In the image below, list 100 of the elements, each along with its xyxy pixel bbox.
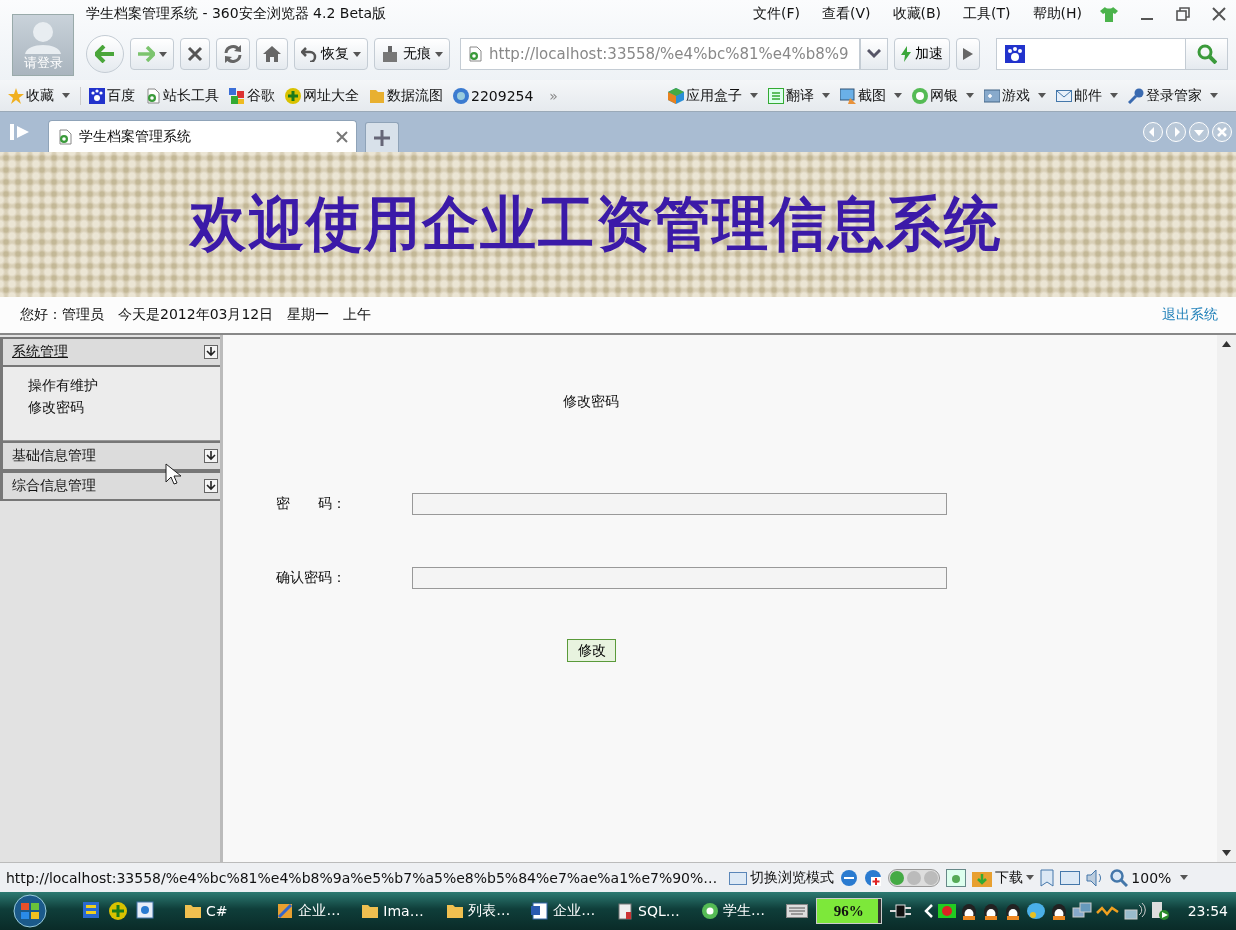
bookmark-link[interactable]: 站长工具 <box>145 86 219 105</box>
start-button[interactable] <box>10 894 50 928</box>
toolbar-menu[interactable]: 截图 <box>840 86 902 105</box>
menu-item[interactable]: 文件(F) <box>753 5 800 23</box>
toolbar-menu[interactable]: 游戏 <box>984 86 1046 105</box>
close-icon[interactable] <box>336 130 348 143</box>
toolbar-menu[interactable]: 翻译 <box>768 86 830 105</box>
wireless-icon[interactable] <box>1123 902 1146 920</box>
bookmark-link[interactable]: 数据流图 <box>369 86 443 105</box>
paw-icon <box>89 87 105 104</box>
list-icon[interactable] <box>82 901 100 919</box>
zoom-icon <box>1110 868 1129 887</box>
toolbar-menu[interactable]: 网银 <box>912 86 974 105</box>
medical-icon[interactable] <box>864 868 883 887</box>
restore-icon[interactable] <box>1176 7 1190 21</box>
menu-item[interactable]: 收藏(B) <box>892 5 942 23</box>
menu-item[interactable]: 工具(T) <box>963 5 1011 23</box>
keyboard-icon[interactable] <box>785 904 808 918</box>
submit-button[interactable]: 修改 <box>567 639 616 662</box>
toolbar-menu[interactable]: 应用盒子 <box>668 86 758 105</box>
penguin-icon[interactable] <box>959 901 978 921</box>
favorites-button[interactable]: 收藏 <box>8 86 70 105</box>
sidebar-toggle-icon[interactable] <box>10 124 30 140</box>
search-field[interactable] <box>996 38 1228 70</box>
back-button[interactable] <box>86 35 124 73</box>
bookmark-icon[interactable] <box>1040 868 1055 887</box>
sidebar-section-header[interactable]: 基础信息管理 <box>3 441 220 471</box>
translate-icon <box>768 87 784 104</box>
bookmark-link[interactable]: 百度 <box>89 86 135 105</box>
browse-mode-button[interactable]: 切换浏览模式 <box>729 868 835 887</box>
window-icon[interactable] <box>946 868 967 887</box>
bookmark-link[interactable]: 网址大全 <box>285 86 359 105</box>
taskbar-button[interactable]: C# <box>184 902 269 920</box>
caret-icon <box>1110 93 1118 98</box>
close-icon <box>187 46 203 62</box>
accelerate-button[interactable]: 加速 <box>894 38 950 70</box>
browser-icon[interactable] <box>136 901 154 919</box>
zoom-button[interactable]: 100% <box>1110 868 1189 887</box>
chevron-left-icon[interactable] <box>923 904 934 918</box>
search-button[interactable] <box>1185 39 1227 69</box>
media-icon[interactable] <box>1149 901 1170 921</box>
taskbar-button[interactable]: 学生… <box>700 902 778 920</box>
taskbar-button[interactable]: 企业… <box>531 902 609 920</box>
password-field[interactable] <box>412 493 947 515</box>
computers-icon[interactable] <box>1071 902 1092 920</box>
menu-item[interactable]: 帮助(H) <box>1032 5 1082 23</box>
browser-tab[interactable]: 学生档案管理系统 <box>48 120 357 152</box>
taskbar-button[interactable]: 列表… <box>446 902 524 920</box>
browser-icon <box>700 902 719 920</box>
logout-link[interactable]: 退出系统 <box>1162 306 1218 324</box>
new-tab-button[interactable] <box>365 122 399 152</box>
restore-button[interactable]: 恢复 <box>294 38 368 70</box>
bookmark-link[interactable]: 2209254 <box>453 87 534 104</box>
lightning-icon <box>901 46 911 62</box>
arrow-down-icon[interactable] <box>204 345 218 359</box>
sidebar-item[interactable]: 修改密码 <box>28 399 220 417</box>
play-button[interactable] <box>956 38 980 70</box>
home-button[interactable] <box>256 38 288 70</box>
shirt-icon[interactable] <box>1100 6 1118 22</box>
scroll-down-icon[interactable] <box>1222 850 1231 856</box>
menu-item[interactable]: 查看(V) <box>822 5 871 23</box>
arrow-down-icon[interactable] <box>204 449 218 463</box>
penguin-icon[interactable] <box>1049 901 1068 921</box>
toolbar-menu[interactable]: 邮件 <box>1056 86 1118 105</box>
bird-icon[interactable] <box>1025 902 1046 920</box>
screenshot-icon <box>840 87 856 104</box>
arrow-left-icon <box>95 45 115 63</box>
caret-icon <box>1026 875 1035 880</box>
wave-icon[interactable] <box>1095 905 1120 917</box>
penguin-icon[interactable] <box>981 901 1000 921</box>
sidebar-item[interactable]: 操作有维护 <box>28 377 220 395</box>
incognito-button[interactable]: 无痕 <box>374 38 450 70</box>
person-icon <box>23 20 63 54</box>
sidebar-section-header[interactable]: 综合信息管理 <box>3 471 220 501</box>
taskbar-button[interactable]: SQL… <box>616 902 693 920</box>
taskbar-button[interactable]: Ima… <box>361 902 439 920</box>
browser-icon[interactable] <box>840 868 859 887</box>
password-field[interactable] <box>412 567 947 589</box>
download-button[interactable]: 下载 <box>972 868 1035 887</box>
monitor-icon[interactable] <box>1060 868 1081 887</box>
cube-icon <box>668 87 684 104</box>
bookmark-link[interactable]: 谷歌 <box>229 86 275 105</box>
sidebar-section-header[interactable]: 系统管理 <box>3 337 220 367</box>
penguin-icon[interactable] <box>1003 901 1022 921</box>
caret-icon <box>822 93 830 98</box>
page-icon <box>145 87 161 104</box>
arrow-down-icon[interactable] <box>204 479 218 493</box>
scroll-up-icon[interactable] <box>1222 341 1231 347</box>
caret-icon <box>62 93 70 98</box>
dropdown-button[interactable] <box>860 38 888 70</box>
toolbar-menu[interactable]: 登录管家 <box>1128 86 1218 105</box>
scrollbar[interactable] <box>1217 335 1236 862</box>
toggle-icon[interactable] <box>888 868 941 887</box>
address-field[interactable]: http://localhost:33558/%e4%bc%81%e4%b8%9 <box>460 38 860 70</box>
plug-icon[interactable] <box>889 902 912 920</box>
refresh-button[interactable] <box>216 38 250 70</box>
stop-button[interactable] <box>180 38 210 70</box>
close-icon[interactable] <box>1212 7 1226 21</box>
taskbar-button[interactable]: 企业… <box>276 902 354 920</box>
plus-circle-icon[interactable] <box>108 901 128 921</box>
